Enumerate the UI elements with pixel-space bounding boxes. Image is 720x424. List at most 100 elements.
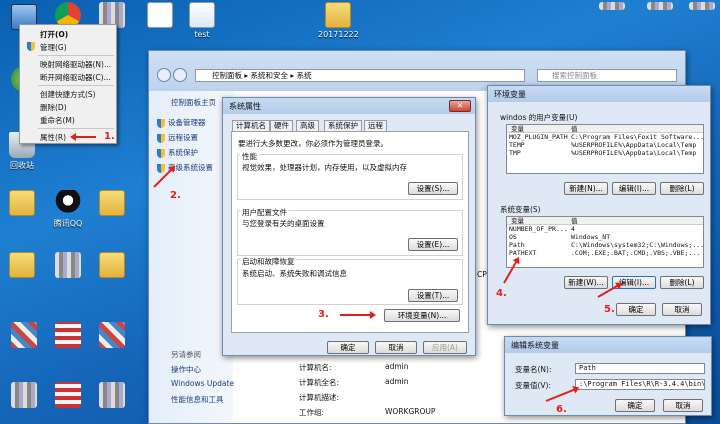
info-value-workgroup: WORKGROUP <box>385 407 436 416</box>
table-row[interactable]: TEMP %USERPROFILE%\AppData\Local\Temp <box>507 141 703 149</box>
folder-icon[interactable] <box>2 190 42 218</box>
qq-icon[interactable]: 腾讯QQ <box>48 190 88 229</box>
control-panel-home-link[interactable]: 控制面板主页 <box>171 97 216 108</box>
folder-icon[interactable] <box>2 252 42 280</box>
breadcrumb-item[interactable]: 系统 <box>297 71 312 80</box>
see-also-heading: 另请参阅 <box>171 350 201 359</box>
breadcrumb[interactable]: 控制面板 ▸ 系统和安全 ▸ 系统 <box>195 69 525 82</box>
document-icon[interactable] <box>140 2 180 30</box>
user-profiles-settings-button[interactable]: 设置(E)... <box>408 238 458 251</box>
tab-advanced[interactable]: 高级 <box>296 120 319 131</box>
annotation-step-2: 2. <box>170 190 181 201</box>
user-variables-list[interactable]: 变量 值 MOZ_PLUGIN_PATH C:\Program Files\Foxi… <box>506 124 704 174</box>
blurred-app-icon[interactable] <box>48 382 88 410</box>
cancel-button[interactable]: 取消 <box>663 399 703 412</box>
blurred-app-icon[interactable] <box>92 322 132 350</box>
sidebar-item-remote-settings[interactable]: 远程设置 <box>157 132 198 143</box>
tab-system-protection[interactable]: 系统保护 <box>324 120 362 131</box>
dialog-titlebar[interactable]: 编辑系统变量 <box>505 337 711 353</box>
blurred-app-icon[interactable] <box>682 2 720 12</box>
performance-desc: 视觉效果，处理器计划，内存使用，以及虚拟内存 <box>242 163 407 172</box>
dialog-titlebar[interactable]: 系统属性 ✕ <box>223 98 475 114</box>
ok-button[interactable]: 确定 <box>615 399 655 412</box>
blurred-app-icon[interactable] <box>48 252 88 280</box>
table-row[interactable]: PATHEXT .COM;.EXE;.BAT;.CMD;.VBS;.VBE;... <box>507 249 703 257</box>
table-row[interactable]: TMP %USERPROFILE%\AppData\Local\Temp <box>507 149 703 157</box>
blurred-app-icon[interactable] <box>4 322 44 350</box>
tab-hardware[interactable]: 硬件 <box>270 120 293 131</box>
menu-item-create-shortcut[interactable]: 创建快捷方式(S) <box>40 89 96 100</box>
see-also-performance[interactable]: 性能信息和工具 <box>171 394 224 405</box>
table-row-path[interactable]: Path C:\Windows\system32;C:\Windows;... <box>507 241 703 249</box>
col-variable: 变量 <box>511 217 524 225</box>
performance-settings-button[interactable]: 设置(S)... <box>408 182 458 195</box>
see-also-action-center[interactable]: 操作中心 <box>171 364 201 375</box>
startup-recovery-settings-button[interactable]: 设置(T)... <box>408 289 458 302</box>
startup-recovery-title: 启动和故障恢复 <box>240 256 297 267</box>
test-file-icon[interactable]: test <box>182 2 222 39</box>
cancel-button[interactable]: 取消 <box>375 341 417 354</box>
tab-remote[interactable]: 远程 <box>364 120 387 131</box>
system-variables-label: 系统变量(S) <box>500 205 541 214</box>
table-row[interactable]: NUMBER_OF_PR... 4 <box>507 225 703 233</box>
annotation-step-5: 5. <box>604 304 615 315</box>
dialog-title: 环境变量 <box>494 90 526 99</box>
shield-icon <box>157 118 165 128</box>
menu-item-map-drive[interactable]: 映射网络驱动器(N)... <box>40 59 111 70</box>
environment-variables-button[interactable]: 环境变量(N)... <box>384 309 460 322</box>
menu-item-manage[interactable]: 管理(G) <box>40 42 67 53</box>
system-properties-dialog: 系统属性 ✕ 计算机名 硬件 高级 系统保护 远程 要进行大多数更改，你必须作为… <box>222 97 476 356</box>
folder-icon[interactable] <box>92 190 132 218</box>
user-profiles-title: 用户配置文件 <box>240 207 289 218</box>
cancel-button[interactable]: 取消 <box>662 303 702 316</box>
system-variables-list[interactable]: 变量 值 NUMBER_OF_PR... 4 OS Windows_NT Path C:… <box>506 216 704 268</box>
breadcrumb-item[interactable]: 控制面板 <box>212 71 242 80</box>
sidebar-item-advanced-settings[interactable]: 高级系统设置 <box>157 162 213 173</box>
menu-item-rename[interactable]: 重命名(M) <box>40 115 75 126</box>
menu-item-properties[interactable]: 属性(R) <box>40 132 66 143</box>
user-profiles-desc: 与您登录有关的桌面设置 <box>242 219 325 228</box>
qq-label: 腾讯QQ <box>53 219 83 228</box>
recycle-bin-label: 回收站 <box>10 161 34 170</box>
user-new-button[interactable]: 新建(N)... <box>564 182 608 195</box>
tab-computer-name[interactable]: 计算机名 <box>232 120 270 131</box>
blurred-app-icon[interactable] <box>48 322 88 350</box>
blurred-app-icon[interactable] <box>4 382 44 410</box>
variable-name-field[interactable]: Path <box>575 363 705 374</box>
menu-item-disconnect-drive[interactable]: 断开网络驱动器(C)... <box>40 72 111 83</box>
context-menu: 打开(O) 管理(G) 映射网络驱动器(N)... 断开网络驱动器(C)... … <box>19 24 117 144</box>
folder-icon[interactable] <box>92 252 132 280</box>
info-label-full-name: 计算机全名: <box>299 378 340 387</box>
test-file-label: test <box>194 30 210 39</box>
dialog-titlebar[interactable]: 环境变量 <box>488 86 710 102</box>
folder-20171222-icon[interactable]: 20171222 <box>318 2 359 39</box>
back-button[interactable] <box>157 68 171 82</box>
shield-icon <box>27 42 35 51</box>
blurred-app-icon[interactable] <box>92 382 132 410</box>
menu-item-delete[interactable]: 删除(D) <box>40 102 67 113</box>
sidebar-item-system-protection[interactable]: 系统保护 <box>157 147 198 158</box>
breadcrumb-item[interactable]: 系统和安全 <box>251 71 289 80</box>
ok-button[interactable]: 确定 <box>327 341 369 354</box>
system-delete-button[interactable]: 删除(L) <box>660 276 704 289</box>
table-row[interactable]: MOZ_PLUGIN_PATH C:\Program Files\Foxit So… <box>507 133 703 141</box>
ok-button[interactable]: 确定 <box>616 303 656 316</box>
blurred-app-icon[interactable] <box>592 2 632 12</box>
blurred-app-icon[interactable] <box>640 2 680 12</box>
apply-button[interactable]: 应用(A) <box>423 341 467 354</box>
edit-system-variable-dialog: 编辑系统变量 变量名(N): Path 变量值(V): :\Program Fi… <box>504 336 712 416</box>
table-row[interactable]: OS Windows_NT <box>507 233 703 241</box>
environment-variables-dialog: 环境变量 windos 的用户变量(U) 变量值 MOZ_PLUGIN_PATH… <box>487 85 711 325</box>
shield-icon <box>157 163 165 173</box>
forward-button[interactable] <box>173 68 187 82</box>
menu-item-open[interactable]: 打开(O) <box>40 29 68 40</box>
system-new-button[interactable]: 新建(W)... <box>564 276 608 289</box>
sidebar-item-device-manager[interactable]: 设备管理器 <box>157 117 206 128</box>
search-input[interactable]: 搜索控制面板 <box>537 69 677 82</box>
variable-value-field[interactable]: :\Program Files\R\R-3.4.4\bin\i386; <box>575 379 705 390</box>
see-also-windows-update[interactable]: Windows Update <box>171 379 234 388</box>
user-delete-button[interactable]: 删除(L) <box>660 182 704 195</box>
close-button[interactable]: ✕ <box>449 100 471 112</box>
info-value-full-name: admin <box>385 377 409 386</box>
user-edit-button[interactable]: 编辑(I)... <box>612 182 656 195</box>
